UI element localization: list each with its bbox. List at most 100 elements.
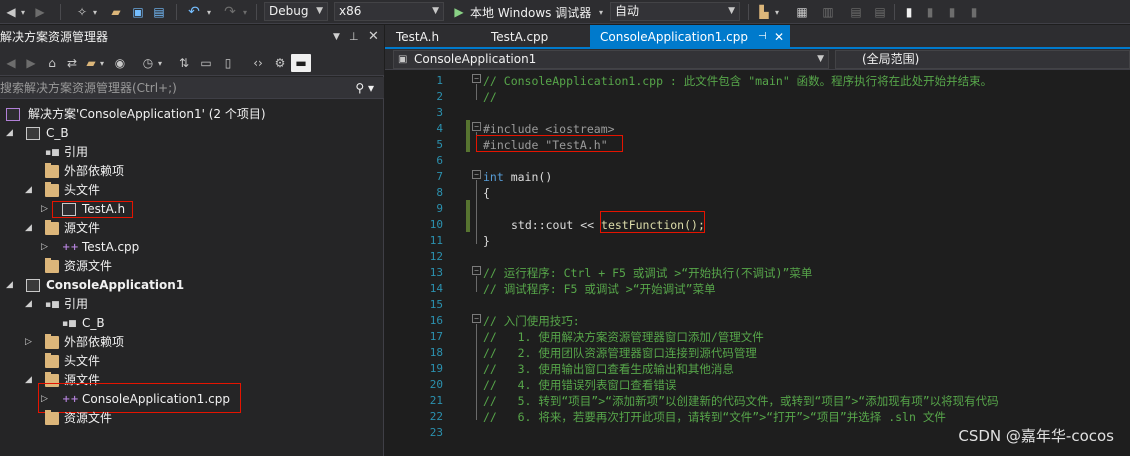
expanded-arrow-icon[interactable]: ◢ (6, 124, 16, 143)
references-icon (45, 296, 60, 315)
tree-item-label: C_B (46, 126, 69, 140)
pending-changes-icon[interactable]: ◷ (140, 54, 156, 72)
preview-selected-icon[interactable]: ▬ (291, 54, 311, 72)
line-number: 21 (429, 394, 443, 407)
expanded-arrow-icon[interactable]: ◢ (25, 219, 35, 238)
code-editor[interactable]: − − − − − 1 2 3 4 5 6 7 8 9 10 11 12 13 … (385, 70, 1130, 456)
tree-item-reference-cb[interactable]: C_B (0, 314, 384, 334)
find-dropdown-icon[interactable]: ▾ (772, 3, 782, 21)
undo-dropdown-icon[interactable]: ▾ (204, 3, 214, 21)
pin-icon[interactable]: ⊣ (758, 25, 767, 49)
solution-config-select[interactable]: 自动 ▼ (610, 2, 740, 21)
tree-item-testa-cpp[interactable]: ▷ ++ TestA.cpp (0, 238, 384, 257)
undo-icon[interactable]: ↶ (186, 3, 202, 21)
tree-item-header-files[interactable]: 头文件 (0, 352, 384, 371)
tab-testa-h[interactable]: TestA.h (385, 25, 473, 49)
tree-item-header-files[interactable]: ◢ 头文件 (0, 181, 384, 200)
external-deps-icon (45, 334, 59, 349)
find-in-files-icon[interactable]: ▙ (756, 3, 772, 21)
uncomment-icon[interactable]: ▤ (872, 3, 888, 21)
switch-views-icon[interactable]: ▰ (84, 54, 98, 72)
expanded-arrow-icon[interactable]: ◢ (6, 276, 16, 295)
clear-bookmarks-icon[interactable]: ▮ (966, 3, 982, 21)
collapsed-arrow-icon[interactable]: ▷ (41, 238, 51, 257)
scope-dropdown[interactable]: (全局范围) (835, 50, 1130, 69)
collapse-icon[interactable]: − (472, 122, 481, 131)
prev-bookmark-icon[interactable]: ▮ (922, 3, 938, 21)
sync-icon[interactable]: ⇄ (64, 54, 80, 72)
expanded-arrow-icon[interactable]: ◢ (25, 295, 35, 314)
line-number: 7 (436, 170, 443, 183)
open-folder-icon[interactable]: ▰ (108, 3, 124, 21)
close-icon[interactable]: ✕ (774, 25, 784, 49)
tree-item-project-consoleapp[interactable]: ◢ ConsoleApplication1 (0, 276, 384, 295)
start-debug-icon[interactable]: ▶ (452, 3, 466, 21)
expanded-arrow-icon[interactable]: ◢ (25, 371, 35, 390)
document-tabs: TestA.h TestA.cpp ConsoleApplication1.cp… (385, 25, 1130, 49)
tab-label: TestA.h (396, 30, 440, 44)
code-line-17: // 1. 使用解决方案资源管理器窗口添加/管理文件 (483, 330, 764, 344)
globe-icon[interactable]: ◉ (112, 54, 128, 72)
local-debugger-button[interactable]: 本地 Windows 调试器 (470, 3, 594, 21)
solution-icon (6, 108, 20, 121)
tree-item-resource-files[interactable]: 资源文件 (0, 409, 384, 428)
save-icon[interactable]: ▣ (130, 3, 146, 21)
collapse-icon[interactable]: − (472, 314, 481, 323)
config-select[interactable]: Debug ▼ (264, 2, 328, 21)
line-number: 10 (429, 218, 443, 231)
tab-testa-cpp[interactable]: TestA.cpp (480, 25, 590, 49)
browse-icon[interactable]: ▦ (794, 3, 810, 21)
new-project-icon[interactable]: ✧ (74, 3, 90, 21)
new-dropdown-icon[interactable]: ▾ (90, 3, 100, 21)
back-dropdown-icon[interactable]: ▾ (18, 3, 28, 21)
tree-item-solution[interactable]: 解决方案'ConsoleApplication1' (2 个项目) (0, 105, 384, 124)
forward-icon[interactable]: ▶ (32, 3, 48, 21)
tree-item-references[interactable]: ◢ 引用 (0, 295, 384, 315)
back-icon[interactable]: ◀ (4, 3, 18, 21)
collapse-all-icon[interactable]: ▭ (198, 54, 214, 72)
collapsed-arrow-icon[interactable]: ▷ (25, 333, 35, 352)
forward-icon[interactable]: ▶ (24, 54, 38, 72)
collapse-icon[interactable]: − (472, 266, 481, 275)
pin-icon[interactable]: ⊥ (349, 25, 359, 49)
code-view-icon[interactable]: ‹› (250, 54, 266, 72)
show-all-files-icon[interactable]: ▯ (220, 54, 236, 72)
bookmark-icon[interactable]: ▮ (902, 3, 916, 21)
layout-icon[interactable]: ▥ (820, 3, 836, 21)
comment-icon[interactable]: ▤ (848, 3, 864, 21)
refresh-icon[interactable]: ⇅ (176, 54, 192, 72)
redo-icon[interactable]: ↷ (222, 3, 238, 21)
home-icon[interactable]: ⌂ (44, 54, 60, 72)
line-number: 4 (436, 122, 443, 135)
tree-item-source-files[interactable]: ◢ 源文件 (0, 219, 384, 238)
tree-item-resource-files[interactable]: 资源文件 (0, 257, 384, 276)
tree-item-external-deps[interactable]: 外部依赖项 (0, 162, 384, 181)
tree-item-references[interactable]: 引用 (0, 143, 384, 163)
collapse-icon[interactable]: − (472, 170, 481, 179)
window-position-icon[interactable]: ▼ (333, 25, 340, 49)
tab-consoleapp-cpp[interactable]: ConsoleApplication1.cpp ⊣ ✕ (590, 25, 790, 49)
properties-icon[interactable]: ⚙ (272, 54, 288, 72)
redo-dropdown-icon[interactable]: ▾ (240, 3, 250, 21)
tree-item-label: 解决方案'ConsoleApplication1' (2 个项目) (28, 107, 266, 121)
solution-explorer-search[interactable]: 搜索解决方案资源管理器(Ctrl+;) ⚲ ▾ (0, 77, 384, 99)
tree-item-label: TestA.cpp (82, 240, 140, 254)
run-dropdown-icon[interactable]: ▾ (596, 3, 606, 21)
platform-select[interactable]: x86 ▼ (334, 2, 444, 21)
search-icon[interactable]: ⚲ ▾ (355, 77, 374, 99)
pending-dropdown-icon[interactable]: ▾ (156, 54, 164, 72)
project-dropdown[interactable]: ▣ ConsoleApplication1 ▼ (393, 50, 829, 69)
close-icon[interactable]: ✕ (368, 25, 379, 49)
tree-item-external-deps[interactable]: ▷ 外部依赖项 (0, 333, 384, 352)
tree-item-project-cb[interactable]: ◢ C_B (0, 124, 384, 143)
collapse-icon[interactable]: − (472, 74, 481, 83)
next-bookmark-icon[interactable]: ▮ (944, 3, 960, 21)
save-all-icon[interactable]: ▤ (150, 3, 168, 21)
switch-dropdown-icon[interactable]: ▾ (98, 54, 106, 72)
back-icon[interactable]: ◀ (4, 54, 18, 72)
folder-icon (45, 182, 59, 197)
expanded-arrow-icon[interactable]: ◢ (25, 181, 35, 200)
collapsed-arrow-icon[interactable]: ▷ (41, 200, 51, 219)
line-number: 6 (436, 154, 443, 167)
chevron-down-icon: ▼ (316, 6, 323, 16)
